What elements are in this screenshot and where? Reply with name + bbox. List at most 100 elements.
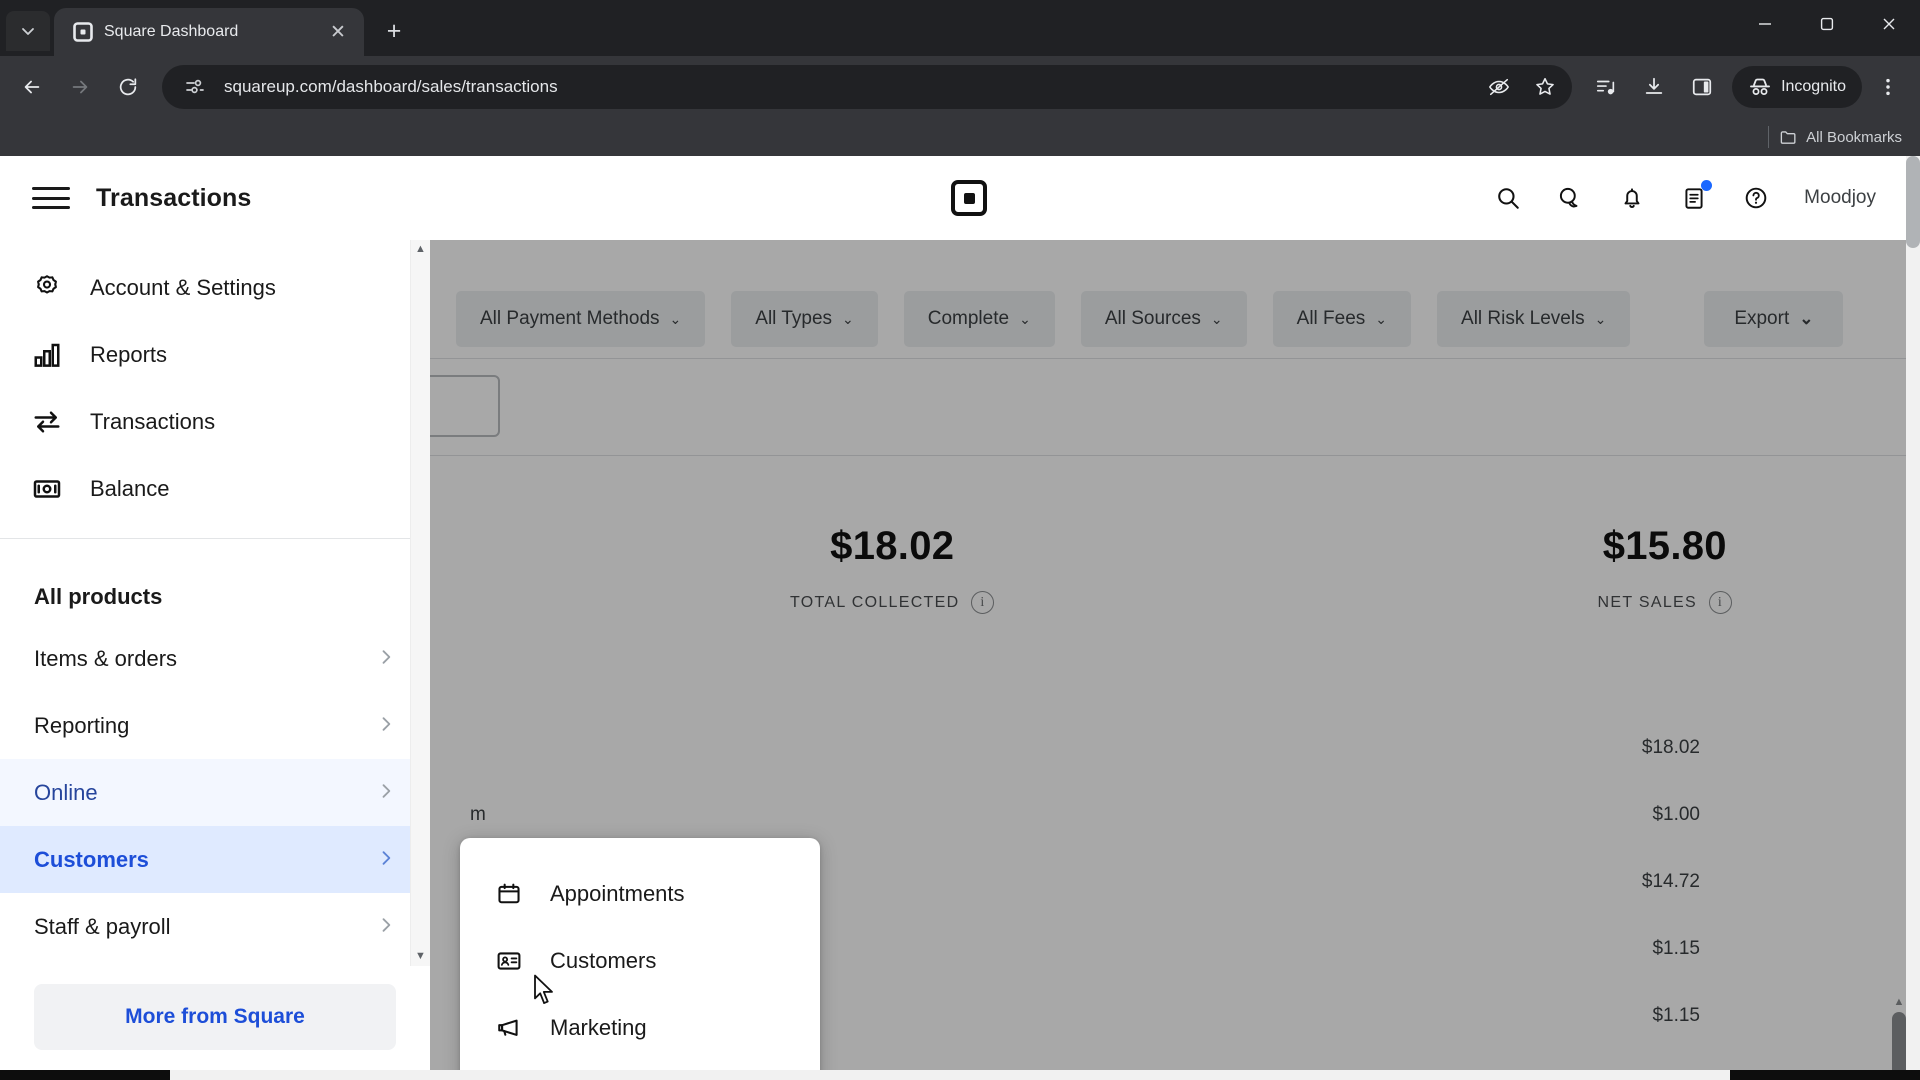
all-bookmarks-button[interactable]: All Bookmarks [1779,128,1902,147]
export-label: Export [1734,308,1790,329]
menu-item-label: Marketing [550,1014,647,1040]
filter-all-risk-levels[interactable]: All Risk Levels ⌄ [1437,291,1631,347]
incognito-hat-icon [1750,78,1771,95]
filter-label: All Payment Methods [480,308,660,329]
chevron-down-icon [22,28,34,35]
hamburger-menu-icon[interactable] [32,183,70,213]
tab-search-button[interactable] [6,11,50,51]
chevron-down-icon: ⌄ [1799,309,1814,328]
download-icon[interactable] [1632,65,1676,109]
sidebar-scrollbar[interactable]: ▲ ▼ [410,240,430,966]
sidebar-item-staff-payroll[interactable]: Staff & payroll [0,893,430,960]
search-icon[interactable] [1488,178,1528,218]
square-logo-icon[interactable] [951,180,988,216]
sidebar-item-account-settings[interactable]: Account & Settings [0,254,430,321]
side-panel-icon[interactable] [1680,65,1724,109]
help-icon[interactable] [1736,178,1776,218]
app-header-left: Transactions [0,183,450,213]
close-icon[interactable]: ✕ [324,18,352,46]
search-input[interactable] [430,375,500,437]
window-bottom-edge [0,1070,1920,1080]
chevron-down-icon: ⌄ [1019,310,1031,327]
filter-all-sources[interactable]: All Sources ⌄ [1080,291,1247,347]
stat-value: $15.80 [1602,524,1727,568]
close-window-button[interactable] [1858,0,1920,48]
chevron-right-icon [376,647,396,671]
sidebar-products-section: All products Items & orders Reporting On… [0,539,430,960]
filter-all-payment-methods[interactable]: All Payment Methods ⌄ [456,291,706,347]
incognito-indicator[interactable]: Incognito [1732,66,1862,108]
forward-arrow-icon[interactable] [58,65,102,109]
chevron-down-icon: ⌄ [842,310,854,327]
sidebar-item-transactions[interactable]: Transactions [0,388,430,455]
sidebar-item-online[interactable]: Online [0,759,430,826]
filter-all-fees[interactable]: All Fees ⌄ [1272,291,1412,347]
tab-strip: Square Dashboard ✕ + [0,0,1920,56]
folder-icon [1780,130,1796,144]
stat-label-row: NET SALES i [1598,591,1732,614]
scroll-down-arrow-icon[interactable]: ▼ [415,951,426,962]
star-icon[interactable] [1528,70,1562,104]
filter-status-complete[interactable]: Complete ⌄ [903,291,1055,347]
chevron-right-icon [376,915,396,939]
three-dot-menu-icon[interactable] [1866,65,1910,109]
chevron-down-icon: ⌄ [669,310,682,327]
transaction-amount: $18.02 [1641,736,1700,758]
more-from-square-button[interactable]: More from Square [34,984,396,1050]
id-card-icon [494,948,524,974]
menu-item-marketing[interactable]: Marketing [460,994,820,1061]
chevron-right-icon [376,781,396,805]
window-controls [1734,0,1920,48]
page-scrollbar[interactable] [1906,156,1920,1080]
transfer-arrows-icon [30,407,64,437]
scroll-up-arrow-icon[interactable]: ▲ [1892,996,1906,1008]
reload-icon[interactable] [106,65,150,109]
maximize-button[interactable] [1796,0,1858,48]
stat-value: $18.02 [830,524,955,568]
stat-label-row: TOTAL COLLECTED i [790,591,995,614]
minimize-button[interactable] [1734,0,1796,48]
page-settings-icon[interactable] [178,70,212,104]
chevron-down-icon: ⌄ [1210,310,1223,327]
export-button[interactable]: Export ⌄ [1704,291,1844,347]
browser-tab[interactable]: Square Dashboard ✕ [54,8,364,56]
menu-item-customers[interactable]: Customers [460,927,820,994]
filter-bar: All Payment Methods ⌄ All Types ⌄ Comple… [430,240,1920,358]
address-bar[interactable]: squareup.com/dashboard/sales/transaction… [162,65,1573,109]
transactions-scrollbar[interactable]: ▲ [1892,996,1906,1080]
menu-item-appointments[interactable]: Appointments [460,860,820,927]
info-icon[interactable]: i [1709,591,1732,614]
bar-chart-icon [30,340,64,370]
sidebar-item-reports[interactable]: Reports [0,321,430,388]
customers-flyout-menu: Appointments Customers Marketing [460,838,820,1080]
sidebar-item-reporting[interactable]: Reporting [0,692,430,759]
back-arrow-icon[interactable] [10,65,54,109]
gear-icon [30,273,64,303]
sidebar-scroll-region: Account & Settings Reports Transactions … [0,240,430,966]
incognito-label: Incognito [1781,78,1846,95]
browser-toolbar: squareup.com/dashboard/sales/transaction… [0,56,1920,118]
table-row[interactable]: $18.02 [430,714,1920,781]
sidebar-section-label: All products [34,584,163,609]
media-control-icon[interactable] [1584,65,1628,109]
scroll-up-arrow-icon[interactable]: ▲ [415,244,426,255]
filter-label: All Types [755,308,833,329]
stat-net-sales: $15.80 NET SALES i [1598,524,1732,614]
user-name[interactable]: Moodjoy [1804,187,1876,209]
eye-off-icon[interactable] [1482,70,1516,104]
info-icon[interactable]: i [971,591,995,614]
clipboard-icon[interactable] [1674,178,1714,218]
page-scrollbar-thumb[interactable] [1906,156,1920,248]
megaphone-icon [494,1015,524,1041]
bell-icon[interactable] [1612,178,1652,218]
messages-icon[interactable] [1550,178,1590,218]
page-title: Transactions [96,183,252,212]
new-tab-button[interactable]: + [374,11,414,51]
filter-all-types[interactable]: All Types ⌄ [731,291,878,347]
transaction-desc: m [470,803,486,825]
transaction-amount: $14.72 [1641,870,1700,892]
sidebar-item-items-orders[interactable]: Items & orders [0,625,430,692]
sidebar-item-balance[interactable]: Balance [0,455,430,522]
sidebar-item-label: Items & orders [34,645,178,671]
sidebar-item-customers[interactable]: Customers [0,826,430,893]
